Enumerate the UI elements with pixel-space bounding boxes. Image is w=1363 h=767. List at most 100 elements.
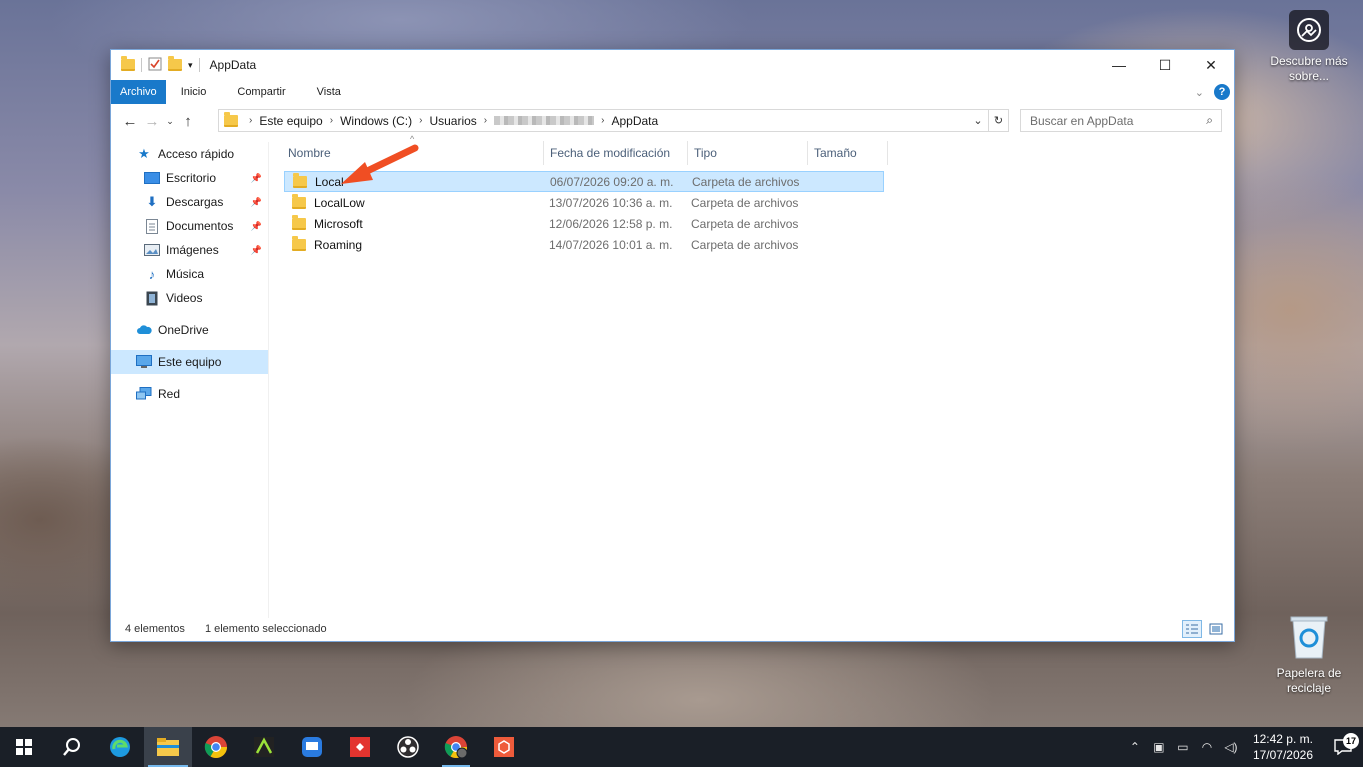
app-red-cube-taskbar-button[interactable] — [480, 727, 528, 767]
breadcrumb-appdata[interactable]: AppData — [611, 114, 658, 128]
address-bar[interactable]: › Este equipo › Windows (C:) › Usuarios › ›… — [218, 109, 1009, 132]
annotation-arrow-icon — [341, 144, 419, 184]
chevron-right-icon[interactable]: › — [330, 115, 333, 126]
battery-icon[interactable]: ▭ — [1171, 740, 1195, 754]
notification-center-button[interactable]: 17 — [1323, 733, 1363, 755]
chevron-right-icon[interactable]: › — [484, 115, 487, 126]
folder-icon — [293, 172, 307, 188]
start-button[interactable] — [0, 727, 48, 767]
sidebar-item-imagenes[interactable]: Imágenes 📌 — [111, 238, 268, 262]
search-icon: ⌕ — [1206, 113, 1213, 127]
breadcrumb-este-equipo[interactable]: Este equipo — [259, 114, 322, 128]
wifi-icon[interactable]: ◠ — [1195, 740, 1219, 754]
recycle-bin-desktop-icon[interactable]: Papelera de reciclaje — [1269, 612, 1349, 696]
help-icon[interactable]: ? — [1214, 84, 1230, 100]
forward-button[interactable]: → — [141, 113, 163, 130]
chevron-right-icon[interactable]: › — [249, 115, 252, 126]
up-button[interactable]: ↑ — [177, 113, 199, 130]
pin-icon[interactable]: 📌 — [251, 245, 262, 256]
anydesk-icon — [350, 737, 370, 757]
search-icon — [63, 738, 80, 756]
pin-icon[interactable]: 📌 — [251, 197, 262, 208]
tab-inicio[interactable]: Inicio — [166, 80, 223, 104]
notification-badge: 17 — [1343, 733, 1359, 749]
tab-compartir[interactable]: Compartir — [222, 80, 301, 104]
sidebar-item-descargas[interactable]: ⬇ Descargas 📌 — [111, 190, 268, 214]
navigation-bar: ← → ⌄ ↑ › Este equipo › Windows (C:) › Usua… — [111, 107, 1234, 135]
app-green-taskbar-button[interactable] — [240, 727, 288, 767]
sort-ascending-icon: ^ — [410, 134, 415, 144]
details-view-icon[interactable] — [1182, 620, 1202, 638]
sidebar-item-videos[interactable]: Videos — [111, 286, 268, 310]
refresh-button[interactable]: ↻ — [988, 110, 1008, 131]
customize-qa-icon[interactable]: ▾ — [188, 60, 193, 71]
chevron-up-icon[interactable]: ⌃ — [1123, 740, 1147, 754]
search-taskbar-button[interactable] — [48, 727, 96, 767]
maximize-button[interactable]: ☐ — [1142, 50, 1188, 80]
tab-archivo[interactable]: Archivo — [111, 80, 166, 104]
search-input[interactable]: Buscar en AppData ⌕ — [1020, 109, 1222, 132]
sidebar-item-quick-access[interactable]: ★ Acceso rápido — [111, 142, 268, 166]
close-button[interactable]: ✕ — [1188, 50, 1234, 80]
folder-icon — [292, 214, 306, 230]
large-icons-view-icon[interactable] — [1206, 620, 1226, 638]
folder-icon[interactable] — [121, 56, 135, 71]
cube-icon — [494, 737, 514, 757]
computer-icon — [136, 354, 152, 370]
chrome-profile-icon — [444, 736, 468, 759]
item-count: 4 elementos — [125, 623, 185, 635]
obs-taskbar-button[interactable] — [384, 727, 432, 767]
chevron-right-icon[interactable]: › — [601, 115, 604, 126]
remote-desktop-icon — [302, 737, 322, 757]
expand-ribbon-icon[interactable]: ⌄ — [1195, 86, 1204, 99]
pictures-icon — [144, 242, 160, 258]
table-row[interactable]: LocalLow 13/07/2026 10:36 a. m. Carpeta … — [284, 192, 884, 213]
sidebar-item-musica[interactable]: ♪ Música — [111, 262, 268, 286]
file-type: Carpeta de archivos — [691, 237, 799, 252]
edge-taskbar-button[interactable] — [96, 727, 144, 767]
anydesk-taskbar-button[interactable] — [336, 727, 384, 767]
music-icon: ♪ — [148, 266, 156, 282]
volume-icon[interactable]: ◁) — [1219, 740, 1243, 754]
table-row[interactable]: Microsoft 12/06/2026 12:58 p. m. Carpeta… — [284, 213, 884, 234]
folder-icon — [292, 235, 306, 251]
breadcrumb-usuarios[interactable]: Usuarios — [429, 114, 476, 128]
clock[interactable]: 12:42 p. m. 17/07/2026 — [1243, 731, 1323, 763]
column-header-tipo[interactable]: Tipo — [688, 141, 808, 165]
folder-icon — [224, 111, 238, 127]
sidebar-item-onedrive[interactable]: OneDrive — [111, 318, 268, 342]
minimize-button[interactable]: — — [1096, 50, 1142, 80]
table-row[interactable]: Roaming 14/07/2026 10:01 a. m. Carpeta d… — [284, 234, 884, 255]
file-explorer-taskbar-button[interactable] — [144, 727, 192, 767]
clock-date: 17/07/2026 — [1252, 748, 1313, 762]
sidebar-item-documentos[interactable]: Documentos 📌 — [111, 214, 268, 238]
document-icon — [144, 218, 160, 234]
sidebar-item-red[interactable]: Red — [111, 382, 268, 406]
pin-icon[interactable]: 📌 — [251, 221, 262, 232]
sidebar-item-escritorio[interactable]: Escritorio 📌 — [111, 166, 268, 190]
remote-desktop-taskbar-button[interactable] — [288, 727, 336, 767]
column-header-fecha[interactable]: Fecha de modificación — [544, 141, 688, 165]
file-date: 06/07/2026 09:20 a. m. — [550, 174, 674, 189]
chevron-right-icon[interactable]: › — [419, 115, 422, 126]
breadcrumb-username-redacted[interactable] — [494, 116, 595, 125]
window-controls: — ☐ ✕ — [1096, 50, 1234, 80]
tab-vista[interactable]: Vista — [302, 80, 357, 104]
camera-icon[interactable]: ▣ — [1147, 740, 1171, 754]
properties-icon[interactable] — [148, 57, 162, 74]
new-folder-icon[interactable] — [168, 56, 182, 71]
chrome-profile-taskbar-button[interactable] — [432, 727, 480, 767]
clock-time: 12:42 p. m. — [1252, 732, 1313, 746]
file-name: LocalLow — [314, 195, 365, 210]
recent-locations-button[interactable]: ⌄ — [163, 116, 177, 127]
sidebar-item-este-equipo[interactable]: Este equipo — [111, 350, 268, 374]
back-button[interactable]: ← — [119, 113, 141, 130]
window-title: AppData — [209, 58, 257, 72]
column-header-tamano[interactable]: Tamaño — [808, 141, 888, 165]
chrome-taskbar-button[interactable] — [192, 727, 240, 767]
status-bar: 4 elementos 1 elemento seleccionado — [111, 617, 1234, 641]
address-dropdown-button[interactable]: ⌄ — [968, 110, 988, 131]
pin-icon[interactable]: 📌 — [251, 173, 262, 184]
discover-desktop-icon[interactable]: Descubre más sobre... — [1269, 10, 1349, 84]
breadcrumb-windows-c[interactable]: Windows (C:) — [340, 114, 412, 128]
